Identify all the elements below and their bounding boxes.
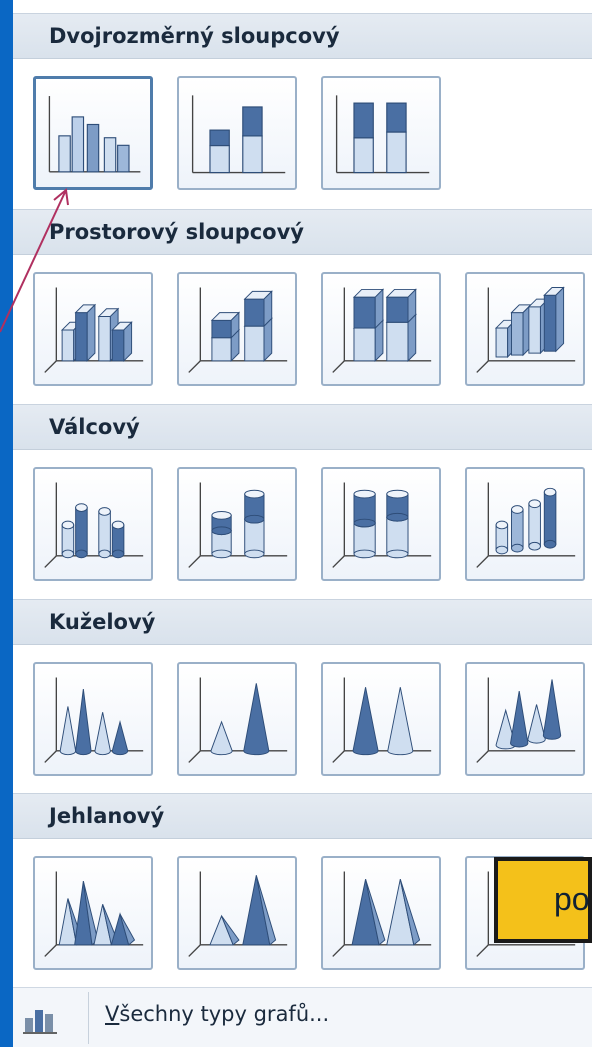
cylinder-stacked100-chart-icon: [332, 482, 432, 568]
section-header-cone: Kuželový: [13, 599, 592, 645]
col3d-threeD-chart-icon: [476, 286, 576, 373]
section-header-col2d: Dvojrozměrný sloupcový: [13, 13, 592, 59]
cone-threeD-chart-icon: [476, 677, 576, 763]
col2d-stacked-chart-icon: [191, 95, 286, 174]
col2d-stacked100-chart-icon: [335, 95, 430, 174]
tooltip-callout: po: [494, 857, 592, 943]
col2d-clustered-chart-button[interactable]: [33, 76, 153, 190]
chart-icon: [23, 1010, 57, 1034]
cone-clustered-chart-icon: [44, 677, 144, 763]
section-header-cylinder: Válcový: [13, 404, 592, 450]
pyramid-stacked100-chart-button[interactable]: [321, 856, 441, 970]
cone-stacked-chart-icon: [188, 677, 288, 763]
section-header-pyramid: Jehlanový: [13, 793, 592, 839]
pyramid-clustered-chart-icon: [44, 871, 144, 957]
col2d-stacked100-chart-button[interactable]: [321, 76, 441, 190]
cone-threeD-chart-button[interactable]: [465, 662, 585, 776]
all-chart-types-link[interactable]: Všechny typy grafů...: [105, 1002, 329, 1026]
col3d-stacked100-chart-button[interactable]: [321, 272, 441, 386]
cylinder-stacked-chart-button[interactable]: [177, 467, 297, 581]
col3d-threeD-chart-button[interactable]: [465, 272, 585, 386]
cylinder-threeD-chart-icon: [476, 482, 576, 568]
accelerator-key: V: [105, 1002, 120, 1026]
cone-stacked-chart-button[interactable]: [177, 662, 297, 776]
col3d-stacked-chart-icon: [188, 287, 288, 373]
cylinder-clustered-chart-button[interactable]: [33, 467, 153, 581]
cylinder-stacked-chart-icon: [188, 482, 288, 568]
col3d-stacked-chart-button[interactable]: [177, 272, 297, 386]
col3d-stacked100-chart-icon: [332, 287, 432, 373]
col3d-clustered-chart-icon: [44, 287, 144, 373]
tooltip-text: po: [554, 881, 590, 917]
all-chart-types-row[interactable]: Všechny typy grafů...: [13, 987, 592, 1047]
footer-separator: [88, 992, 89, 1044]
all-chart-types-label: šechny typy grafů...: [119, 1002, 330, 1026]
col3d-clustered-chart-button[interactable]: [33, 272, 153, 386]
cylinder-threeD-chart-button[interactable]: [465, 467, 585, 581]
col2d-stacked-chart-button[interactable]: [177, 76, 297, 190]
cone-clustered-chart-button[interactable]: [33, 662, 153, 776]
cone-stacked100-chart-button[interactable]: [321, 662, 441, 776]
pyramid-stacked-chart-icon: [188, 871, 288, 957]
section-header-col3d: Prostorový sloupcový: [13, 209, 592, 255]
pyramid-clustered-chart-button[interactable]: [33, 856, 153, 970]
cone-stacked100-chart-icon: [332, 677, 432, 763]
pyramid-stacked100-chart-icon: [332, 871, 432, 957]
pyramid-stacked-chart-button[interactable]: [177, 856, 297, 970]
col2d-clustered-chart-icon: [48, 96, 141, 173]
cylinder-clustered-chart-icon: [44, 482, 144, 568]
cylinder-stacked100-chart-button[interactable]: [321, 467, 441, 581]
